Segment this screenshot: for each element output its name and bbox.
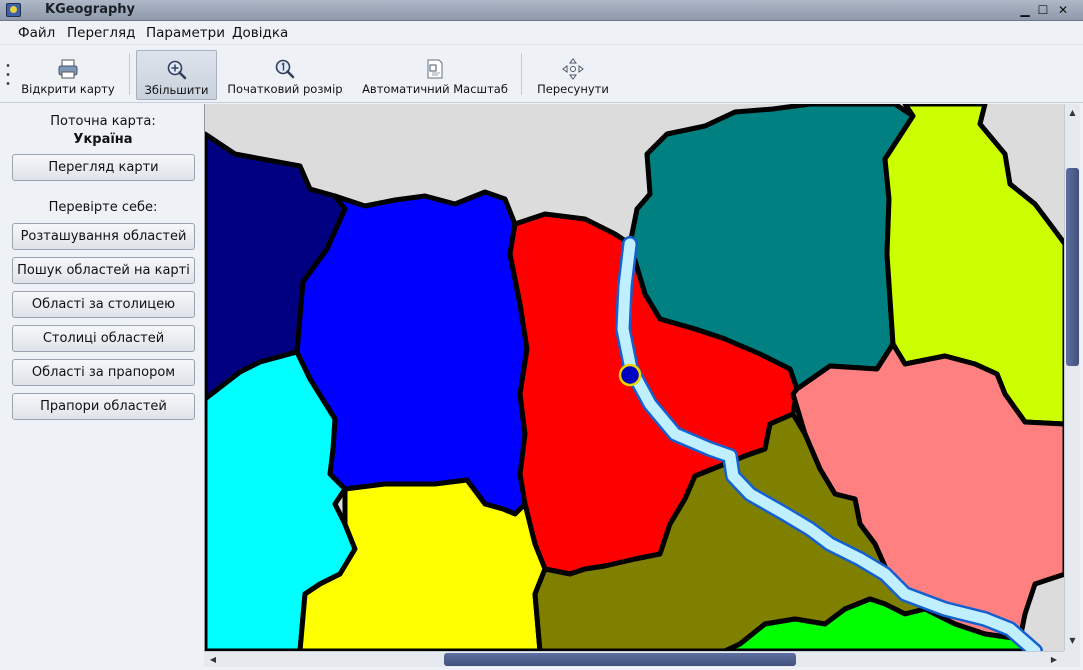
window-title: KGeography [45,2,136,17]
menu-bar: Файл Перегляд Параметри Довідка [0,21,1083,45]
move-arrows-icon [562,58,584,80]
horizontal-scrollbar[interactable]: ◀ ▶ [204,651,1064,667]
main-toolbar: Відкрити карту Збільшити Початковий розм… [0,45,1083,103]
browse-map-button[interactable]: Перегляд карти [12,154,195,181]
auto-zoom-icon [427,59,443,79]
quiz-find-region-button[interactable]: Пошук областей на карті [12,257,195,284]
quiz-region-by-flag-button[interactable]: Області за прапором [12,359,195,386]
current-map-label: Поточна карта: [50,114,156,129]
original-size-label: Початковий розмір [227,82,343,96]
toolbar-separator [129,53,130,95]
open-map-label: Відкрити карту [21,82,115,96]
ukraine-map[interactable] [205,104,1064,651]
sidebar-panel: Поточна карта: Україна Перегляд карти Пе… [0,104,204,670]
zoom-in-label: Збільшити [144,83,209,97]
vertical-scroll-thumb[interactable] [1066,168,1079,366]
scroll-down-button[interactable]: ▼ [1065,634,1080,648]
zoom-in-button[interactable]: Збільшити [136,50,217,100]
test-yourself-label: Перевірте себе: [48,200,158,215]
kgeography-window: KGeography ▁ ☐ ✕ Файл Перегляд Параметри… [0,0,1083,670]
current-map-name: Україна [73,132,133,147]
menu-file[interactable]: Файл [18,25,55,41]
auto-zoom-button[interactable]: Автоматичний Масштаб [358,50,512,100]
scroll-right-button[interactable]: ▶ [1047,652,1061,667]
move-label: Пересунути [537,82,609,96]
horizontal-scroll-thumb[interactable] [444,653,796,666]
menu-view[interactable]: Перегляд [67,25,136,41]
toolbar-separator [521,53,522,95]
toolbar-grip-handle[interactable] [6,61,10,87]
maximize-button[interactable]: ☐ [1036,3,1050,17]
close-button[interactable]: ✕ [1056,3,1070,17]
scroll-up-button[interactable]: ▲ [1065,106,1080,120]
kyiv-capital-marker[interactable] [618,363,642,387]
title-bar: KGeography ▁ ☐ ✕ [0,0,1083,21]
move-button[interactable]: Пересунути [530,50,616,100]
map-canvas[interactable] [204,104,1064,651]
zoom-original-icon [275,59,295,79]
open-map-button[interactable]: Відкрити карту [16,50,120,100]
quiz-flags-button[interactable]: Прапори областей [12,393,195,420]
scroll-left-button[interactable]: ◀ [206,652,220,667]
quiz-region-by-capital-button[interactable]: Області за столицею [12,291,195,318]
quiz-region-location-button[interactable]: Розташування областей [12,223,195,250]
quiz-capitals-button[interactable]: Столиці областей [12,325,195,352]
printer-icon [58,59,78,79]
original-size-button[interactable]: Початковий розмір [224,50,346,100]
minimize-button[interactable]: ▁ [1018,3,1032,17]
menu-help[interactable]: Довідка [232,25,288,41]
app-globe-icon[interactable] [6,3,21,17]
menu-settings[interactable]: Параметри [146,25,225,41]
auto-zoom-label: Автоматичний Масштаб [362,82,508,96]
zoom-in-icon [167,60,186,80]
scrollbar-corner [1064,651,1080,667]
vertical-scrollbar[interactable]: ▲ ▼ [1064,104,1080,651]
